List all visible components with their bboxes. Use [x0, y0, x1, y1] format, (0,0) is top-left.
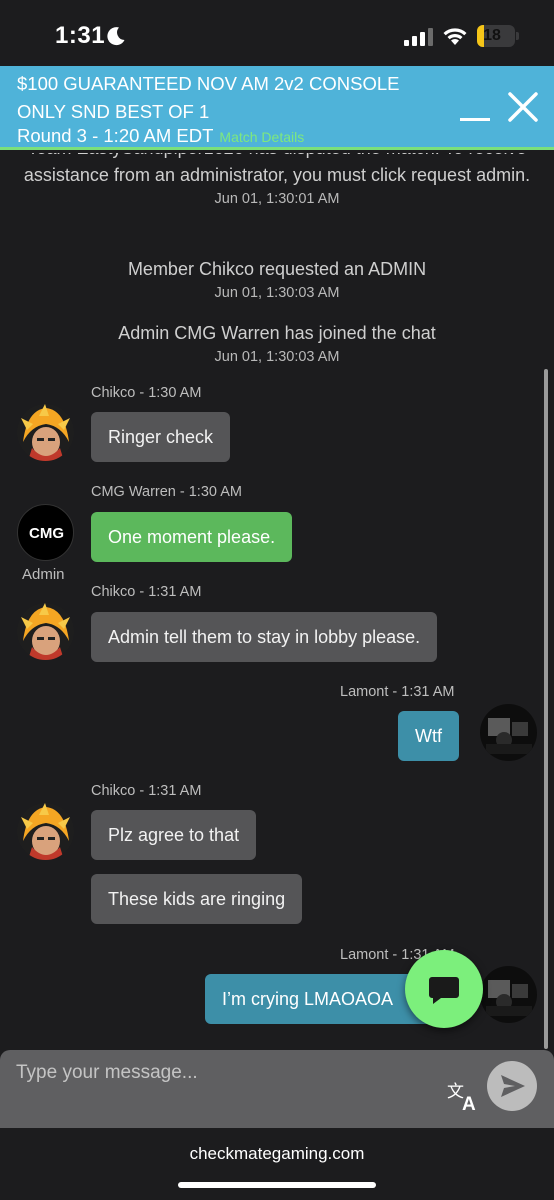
minimize-button[interactable]: [452, 86, 498, 132]
browser-footer: checkmategaming.com: [0, 1128, 554, 1200]
chat-header: $100 GUARANTEED NOV AM 2v2 CONSOLE ONLY …: [0, 66, 554, 150]
battery-indicator: 18: [477, 25, 515, 47]
user-avatar-lamont[interactable]: [480, 966, 537, 1023]
minimize-icon: [460, 118, 490, 121]
user-avatar-chikco[interactable]: [17, 603, 74, 660]
home-indicator[interactable]: [178, 1182, 376, 1188]
system-message: Admin CMG Warren has joined the chat Jun…: [0, 320, 554, 367]
message-sender: CMG Warren - 1:30 AM: [91, 484, 242, 500]
round-time: Round 3 - 1:20 AM EDT: [17, 125, 214, 146]
cmg-logo: CMG: [29, 525, 64, 542]
system-message: Team EastySandpiper1626 has disputed the…: [0, 153, 554, 209]
message-bubble: These kids are ringing: [91, 874, 303, 924]
svg-text:A: A: [462, 1094, 476, 1112]
signal-icon: [404, 28, 433, 46]
cmg-logo-text: CMG: [29, 525, 64, 542]
message-bubble: Admin tell them to stay in lobby please.: [91, 612, 438, 662]
user-avatar-chikco[interactable]: [17, 404, 74, 461]
system-message-text: Admin CMG Warren has joined the chat: [118, 323, 436, 343]
system-message-time: Jun 01, 1:30:03 AM: [214, 285, 340, 301]
status-bar: 1:31 18: [0, 0, 554, 66]
wifi-icon: [443, 28, 467, 45]
message-bubble: Wtf: [398, 711, 459, 761]
system-message-text: Member Chikco requested an ADMIN: [127, 259, 427, 279]
match-round: Round 3 - 1:20 AM EDT Match Details: [17, 124, 304, 149]
message-sender: Lamont - 1:31 AM: [340, 684, 455, 700]
battery-level: 18: [483, 27, 501, 44]
system-message-time: Jun 01, 1:30:01 AM: [214, 191, 340, 207]
close-icon[interactable]: [500, 84, 546, 130]
user-avatar-cmg-warren[interactable]: CMG: [17, 504, 74, 561]
system-message: Member Chikco requested an ADMIN Jun 01,…: [0, 256, 554, 303]
chat-bubble-icon: [429, 977, 459, 1004]
admin-label: Admin: [22, 566, 65, 583]
scrollbar[interactable]: [544, 369, 548, 1049]
site-url[interactable]: checkmategaming.com: [0, 1144, 554, 1164]
message-composer: 文 A: [0, 1050, 554, 1128]
message-bubble: Ringer check: [91, 412, 231, 462]
message-sender: Chikco - 1:31 AM: [91, 584, 202, 600]
match-details-link[interactable]: Match Details: [219, 129, 304, 145]
message-list[interactable]: Team EastySandpiper1626 has disputed the…: [0, 153, 554, 1049]
user-avatar-chikco[interactable]: [17, 803, 74, 860]
match-title: $100 GUARANTEED NOV AM 2v2 CONSOLE ONLY …: [17, 73, 400, 122]
battery-tip: [516, 32, 519, 40]
status-time: 1:31: [55, 22, 106, 49]
message-sender: Chikco - 1:31 AM: [91, 783, 202, 799]
message-bubble: Plz agree to that: [91, 810, 257, 860]
message-sender: Chikco - 1:30 AM: [91, 385, 202, 401]
message-bubble: One moment please.: [91, 512, 293, 562]
send-button[interactable]: [487, 1061, 537, 1111]
moon-icon: [107, 27, 125, 46]
send-icon: [501, 1075, 525, 1097]
message-input[interactable]: [16, 1058, 416, 1088]
translate-icon[interactable]: 文 A: [446, 1080, 480, 1112]
system-message-time: Jun 01, 1:30:03 AM: [214, 349, 340, 365]
user-avatar-lamont[interactable]: [480, 704, 537, 761]
chat-fab-button[interactable]: [405, 950, 483, 1028]
system-message-text: Team EastySandpiper1626 has disputed the…: [23, 153, 531, 185]
